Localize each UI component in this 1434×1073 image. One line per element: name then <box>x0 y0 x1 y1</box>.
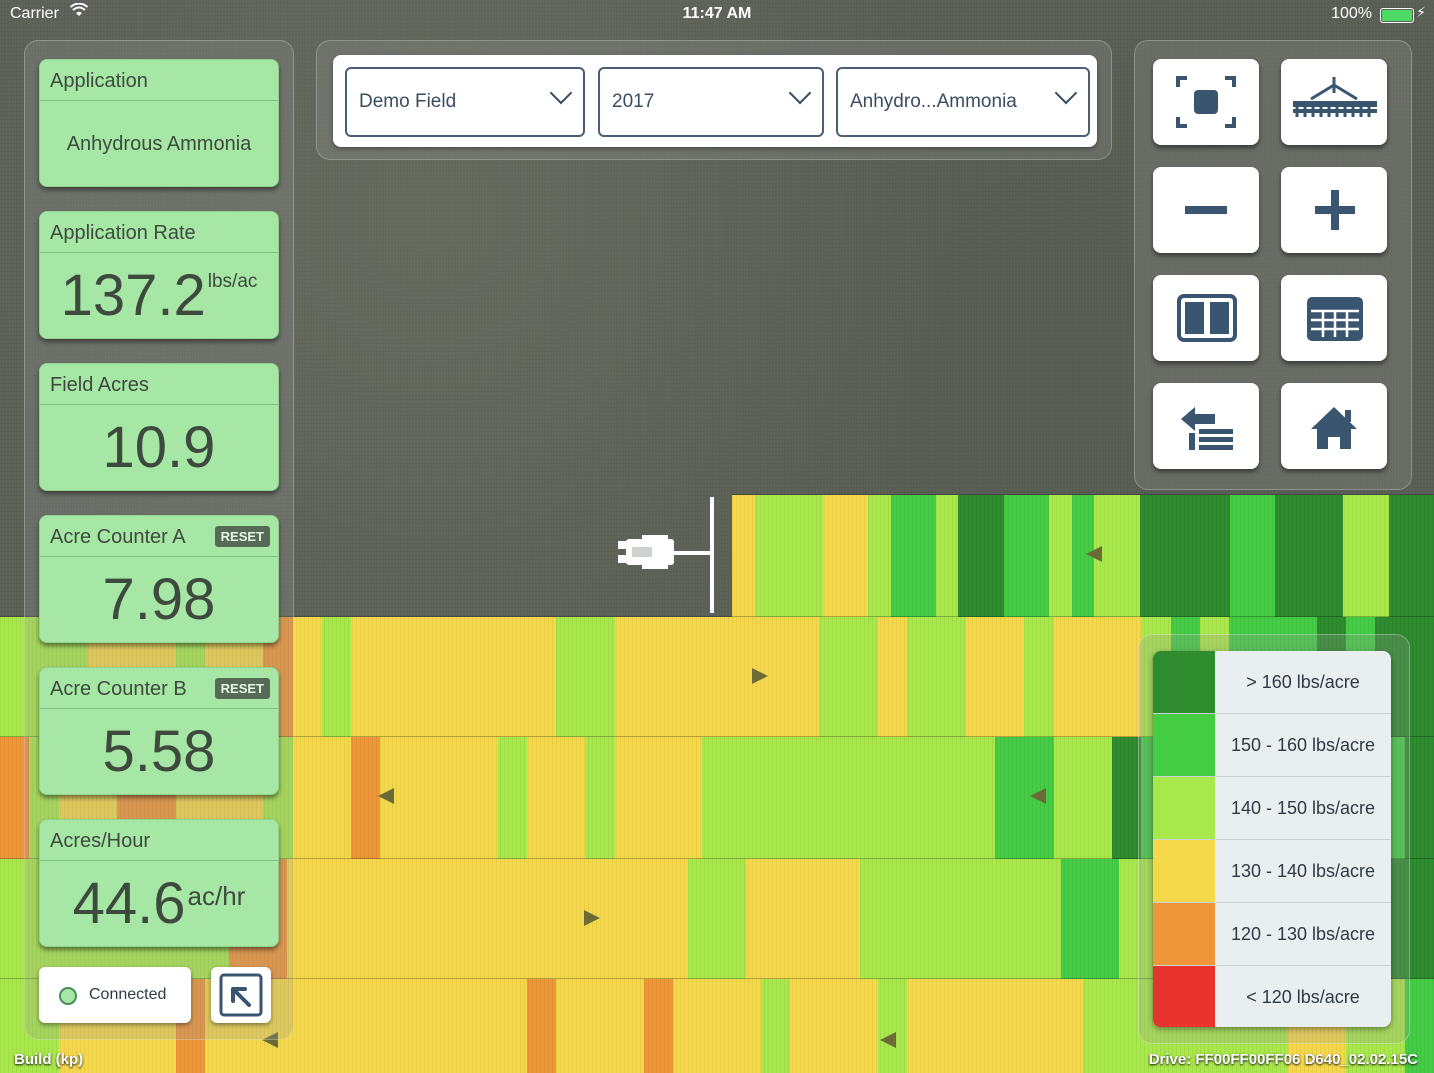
acre-counter-a-card: Acre Counter A RESET 7.98 <box>39 515 279 643</box>
chevron-down-icon <box>788 81 812 105</box>
reset-a-button[interactable]: RESET <box>214 526 270 547</box>
card-title: Field Acres <box>50 374 149 396</box>
pass-direction-icon <box>1030 788 1046 804</box>
connection-status[interactable]: Connected <box>39 967 191 1023</box>
application-rate-unit: lbs/ac <box>207 271 258 292</box>
legend-item: 130 - 140 lbs/acre <box>1153 840 1391 903</box>
import-list-icon <box>1181 407 1233 450</box>
card-title: Application <box>50 70 148 92</box>
acres-hour-value: 44.6 <box>72 871 186 936</box>
minus-icon <box>1185 206 1227 214</box>
application-card: Application Anhydrous Ammonia <box>39 59 279 187</box>
zoom-in-button[interactable] <box>1281 167 1387 253</box>
plus-icon <box>1315 190 1355 230</box>
card-title: Acres/Hour <box>50 830 151 852</box>
product-dropdown-value: Anhydro...Ammonia <box>850 91 1017 112</box>
arrow-up-left-icon <box>219 973 263 1017</box>
acre-counter-b-card: Acre Counter B RESET 5.58 <box>39 667 279 795</box>
pass-direction-icon <box>880 1032 896 1048</box>
card-title: Application Rate <box>50 222 196 244</box>
legend-swatch <box>1153 840 1215 902</box>
card-title: Acre Counter A <box>50 526 186 548</box>
split-view-icon <box>1177 294 1237 342</box>
fit-to-screen-button[interactable] <box>1153 59 1259 145</box>
chevron-down-icon <box>549 81 573 105</box>
data-panel: Application Anhydrous Ammonia Applicatio… <box>24 40 294 1040</box>
reset-b-button[interactable]: RESET <box>214 678 270 699</box>
pass-direction-icon <box>584 910 600 926</box>
field-dropdown-value: Demo Field <box>359 91 457 112</box>
legend-item: 150 - 160 lbs/acre <box>1153 714 1391 777</box>
field-acres-card: Field Acres 10.9 <box>39 363 279 491</box>
legend-label: 120 - 130 lbs/acre <box>1215 903 1391 965</box>
year-dropdown[interactable]: 2017 <box>598 67 824 137</box>
chevron-down-icon <box>1054 81 1078 105</box>
connection-label: Connected <box>89 986 167 1003</box>
home-button[interactable] <box>1281 383 1387 469</box>
legend-swatch <box>1153 714 1215 776</box>
legend-label: 150 - 160 lbs/acre <box>1215 714 1391 776</box>
battery-icon <box>1380 8 1414 23</box>
pass-direction-icon <box>752 668 768 684</box>
acres-hour-card: Acres/Hour 44.6ac/hr <box>39 819 279 947</box>
build-label: Build (kp) <box>14 1051 84 1068</box>
map-tools-panel <box>1134 40 1412 490</box>
legend-swatch <box>1153 651 1215 713</box>
focus-frame-icon <box>1176 76 1236 128</box>
clock: 11:47 AM <box>682 5 752 22</box>
drive-label: Drive: FF00FF00FF06 D640_02.02.15C <box>1148 1051 1418 1068</box>
rate-legend: > 160 lbs/acre 150 - 160 lbs/acre 140 - … <box>1153 651 1391 1027</box>
application-rate-value: 137.2 <box>60 263 206 328</box>
legend-item: 140 - 150 lbs/acre <box>1153 777 1391 840</box>
field-dropdown[interactable]: Demo Field <box>345 67 585 137</box>
connection-dot-icon <box>59 987 77 1005</box>
charging-icon: ⚡ <box>1416 4 1426 20</box>
acre-counter-a-value: 7.98 <box>102 567 216 632</box>
status-bar: Carrier 11:47 AM 100% ⚡ <box>0 0 1434 30</box>
legend-swatch <box>1153 903 1215 965</box>
card-title: Acre Counter B <box>50 678 187 700</box>
table-view-button[interactable] <box>1281 275 1387 361</box>
legend-label: > 160 lbs/acre <box>1215 651 1391 713</box>
pass-direction-icon <box>1086 546 1102 562</box>
implement-icon <box>1293 77 1377 117</box>
split-view-button[interactable] <box>1153 275 1259 361</box>
application-rate-card: Application Rate 137.2 lbs/ac <box>39 211 279 339</box>
legend-panel: > 160 lbs/acre 150 - 160 lbs/acre 140 - … <box>1138 634 1410 1044</box>
battery-percent: 100% <box>1331 5 1372 22</box>
implement-button[interactable] <box>1281 59 1387 145</box>
home-icon <box>1311 407 1357 449</box>
legend-label: 140 - 150 lbs/acre <box>1215 777 1391 839</box>
year-dropdown-value: 2017 <box>612 91 655 112</box>
pass-direction-icon <box>378 788 394 804</box>
legend-swatch <box>1153 777 1215 839</box>
product-dropdown[interactable]: Anhydro...Ammonia <box>836 67 1090 137</box>
acre-counter-b-value: 5.58 <box>102 719 216 784</box>
legend-label: 130 - 140 lbs/acre <box>1215 840 1391 902</box>
legend-swatch <box>1153 966 1215 1027</box>
zoom-out-button[interactable] <box>1153 167 1259 253</box>
application-value: Anhydrous Ammonia <box>66 133 252 155</box>
collapse-panel-button[interactable] <box>211 967 271 1023</box>
legend-item: > 160 lbs/acre <box>1153 651 1391 714</box>
tractor-icon <box>618 497 714 613</box>
acres-hour-unit: ac/hr <box>187 881 246 911</box>
field-acres-value: 10.9 <box>102 415 216 480</box>
legend-item: 120 - 130 lbs/acre <box>1153 903 1391 966</box>
table-icon <box>1307 297 1363 341</box>
legend-item: < 120 lbs/acre <box>1153 966 1391 1027</box>
legend-label: < 120 lbs/acre <box>1215 966 1391 1027</box>
selector-panel: Demo Field 2017 Anhydro...Ammonia <box>316 40 1112 160</box>
coverage-pass <box>732 494 1434 617</box>
import-list-button[interactable] <box>1153 383 1259 469</box>
